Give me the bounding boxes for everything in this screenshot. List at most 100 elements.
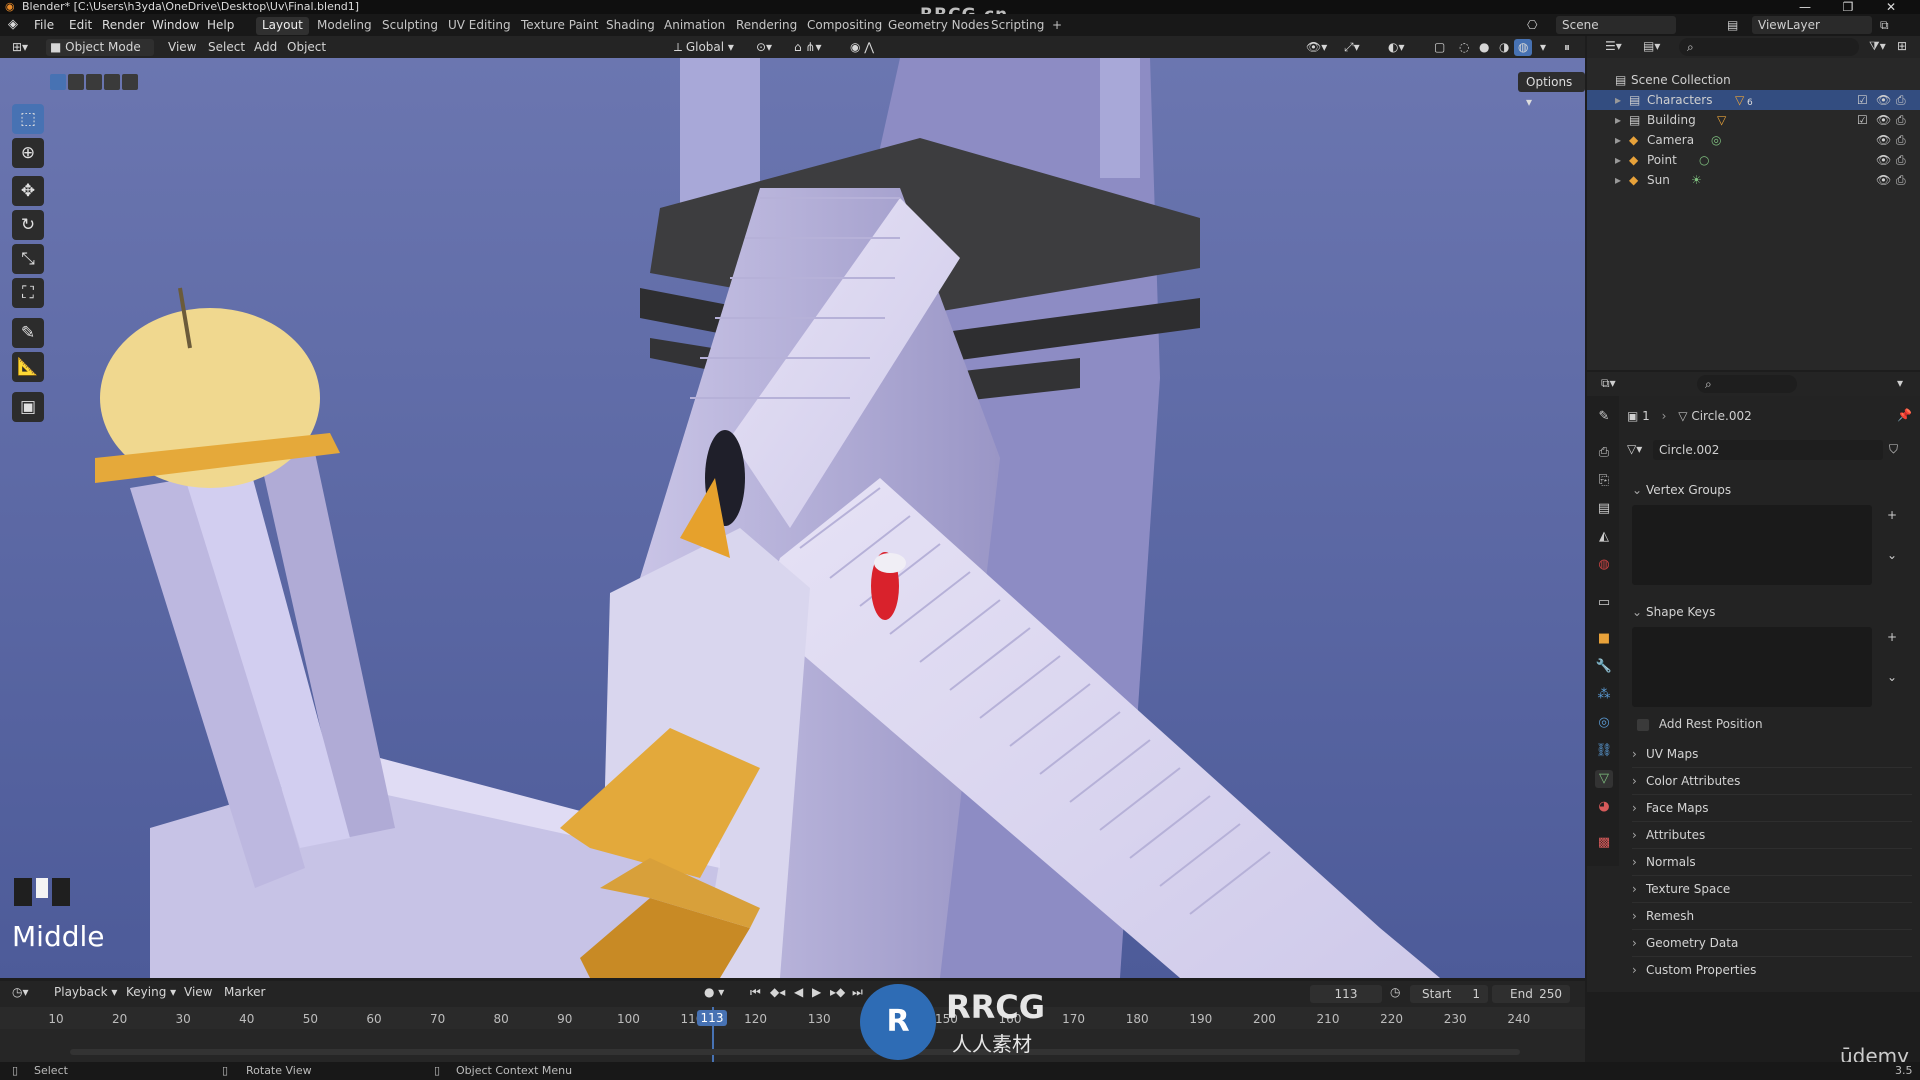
panel-attributes[interactable]: › Attributes <box>1632 823 1912 847</box>
xray-icon[interactable]: ▢ <box>1430 39 1449 56</box>
pin-icon[interactable]: 📌 <box>1897 408 1912 422</box>
camera-render-icon[interactable]: ⎙ <box>1896 150 1906 170</box>
camera-render-icon[interactable]: ⎙ <box>1896 90 1906 110</box>
eye-icon[interactable]: 👁 <box>1876 90 1891 110</box>
menu-render[interactable]: Render <box>102 18 145 32</box>
current-frame-field[interactable]: 113 <box>1310 985 1382 1003</box>
properties-editor-icon[interactable]: ⧉▾ <box>1601 376 1616 391</box>
tab-scripting[interactable]: Scripting <box>985 17 1050 35</box>
mesh-name-field[interactable]: Circle.002 <box>1653 440 1883 460</box>
add-cube-tool-icon[interactable]: ▣ <box>12 392 44 422</box>
expand-arrow-icon[interactable]: ▸ <box>1615 110 1621 130</box>
timeline-menu-keying[interactable]: Keying ▾ <box>122 984 180 1001</box>
play-reverse-icon[interactable]: ◀ <box>790 984 807 1001</box>
pause-render-icon[interactable]: ⏸ <box>1560 39 1574 56</box>
list-menu-chevron-icon[interactable]: ⌄ <box>1887 548 1897 562</box>
outliner-item-characters[interactable]: ▸ ▤ Characters ▽ 6 ☑ 👁 ⎙ <box>1587 90 1920 110</box>
display-mode-icon[interactable]: ▤▾ <box>1643 39 1660 53</box>
tab-rendering[interactable]: Rendering <box>730 17 803 35</box>
shape-keys-list[interactable] <box>1632 627 1872 707</box>
outliner-search-input[interactable]: ⌕ <box>1679 38 1859 56</box>
panel-shape-keys[interactable]: ⌄ Shape Keys <box>1632 600 1912 624</box>
checkbox-box[interactable] <box>1637 718 1649 731</box>
render-tab-icon[interactable]: ⎙ <box>1595 444 1613 462</box>
camera-render-icon[interactable]: ⎙ <box>1896 130 1906 150</box>
eye-icon[interactable]: 👁 <box>1876 150 1891 170</box>
view-layer-tab-icon[interactable]: ▤ <box>1595 500 1613 518</box>
scale-tool-icon[interactable]: ⤡ <box>12 244 44 274</box>
panel-uv-maps[interactable]: › UV Maps <box>1632 742 1912 766</box>
snap-icon[interactable]: ⌂ ⋔▾ <box>790 39 826 56</box>
options-button[interactable]: Options ▾ <box>1518 72 1585 109</box>
panel-texture-space[interactable]: › Texture Space <box>1632 877 1912 901</box>
prev-keyframe-icon[interactable]: ◆◂ <box>766 984 789 1001</box>
expand-arrow-icon[interactable]: ▸ <box>1615 170 1621 190</box>
measure-tool-icon[interactable]: 📐 <box>12 352 44 382</box>
end-frame-field[interactable]: End 250 <box>1492 985 1570 1003</box>
mode-selector[interactable]: ■ Object Mode ▾ <box>46 39 154 71</box>
tab-texture-paint[interactable]: Texture Paint <box>515 17 604 35</box>
camera-render-icon[interactable]: ⎙ <box>1896 110 1906 130</box>
panel-geometry-data[interactable]: › Geometry Data <box>1632 931 1912 955</box>
properties-search-input[interactable]: ⌕ <box>1697 375 1797 393</box>
tab-compositing[interactable]: Compositing <box>801 17 888 35</box>
mesh-data-tab-icon[interactable]: ▽ <box>1595 770 1613 788</box>
menu-window[interactable]: Window <box>152 18 199 32</box>
select-subtract-icon[interactable] <box>86 74 102 90</box>
solid-shading-icon[interactable]: ● <box>1475 39 1493 56</box>
annotate-tool-icon[interactable]: ✎ <box>12 318 44 348</box>
expand-arrow-icon[interactable]: ▸ <box>1615 90 1621 110</box>
wireframe-shading-icon[interactable]: ◌ <box>1455 39 1473 56</box>
header-menu-select[interactable]: Select <box>204 39 249 56</box>
rotate-tool-icon[interactable]: ↻ <box>12 210 44 240</box>
options-chevron-icon[interactable]: ▾ <box>1897 376 1903 390</box>
exclude-checkbox[interactable]: ☑ <box>1857 90 1868 110</box>
header-menu-object[interactable]: Object <box>283 39 330 56</box>
select-invert-icon[interactable] <box>104 74 120 90</box>
panel-remesh[interactable]: › Remesh <box>1632 904 1912 928</box>
timeline-editor-icon[interactable]: ◷▾ <box>8 984 33 1001</box>
tab-layout[interactable]: Layout <box>256 17 309 35</box>
proportional-edit-icon[interactable]: ◉ ⋀ <box>846 39 878 56</box>
timeline-menu-playback[interactable]: Playback ▾ <box>50 984 121 1001</box>
menu-edit[interactable]: Edit <box>69 18 92 32</box>
record-keyframe-icon[interactable]: ● ▾ <box>700 984 728 1001</box>
outliner-editor-icon[interactable]: ☰▾ <box>1605 39 1622 53</box>
new-view-layer-icon[interactable]: ⧉ <box>1880 18 1889 33</box>
outliner-item-camera[interactable]: ▸ ◆ Camera ◎ 👁 ⎙ <box>1587 130 1920 150</box>
visibility-icon[interactable]: 👁▾ <box>1302 39 1331 56</box>
texture-tab-icon[interactable]: ▩ <box>1595 834 1613 852</box>
eye-icon[interactable]: 👁 <box>1876 110 1891 130</box>
3d-viewport[interactable]: ⬚ ⊕ ✥ ↻ ⤡ ⛶ ✎ 📐 ▣ Options ▾ Middle <box>0 58 1585 978</box>
particles-tab-icon[interactable]: ⁂ <box>1595 686 1613 704</box>
filter-icon[interactable]: ⧩▾ <box>1869 39 1886 54</box>
material-shading-icon[interactable]: ◑ <box>1495 39 1513 56</box>
tab-shading[interactable]: Shading <box>600 17 661 35</box>
play-icon[interactable]: ▶ <box>808 984 825 1001</box>
tab-uv-editing[interactable]: UV Editing <box>442 17 517 35</box>
pivot-point-icon[interactable]: ⊙▾ <box>752 39 776 56</box>
camera-render-icon[interactable]: ⎙ <box>1896 170 1906 190</box>
transform-orientation-selector[interactable]: ⟂ Global ▾ <box>670 39 738 56</box>
header-menu-add[interactable]: Add <box>250 39 281 56</box>
panel-color-attributes[interactable]: › Color Attributes <box>1632 769 1912 793</box>
blender-menu-icon[interactable]: ◈ <box>8 17 18 32</box>
select-new-icon[interactable] <box>50 74 66 90</box>
fake-user-icon[interactable]: ⛉ <box>1889 442 1898 457</box>
new-collection-icon[interactable]: ⊞ <box>1897 39 1907 53</box>
outliner-item-point[interactable]: ▸ ◆ Point ○ 👁 ⎙ <box>1587 150 1920 170</box>
select-intersect-icon[interactable] <box>122 74 138 90</box>
transform-tool-icon[interactable]: ⛶ <box>12 278 44 308</box>
timeline-menu-marker[interactable]: Marker <box>220 984 269 1001</box>
frame-ruler[interactable]: 1020304050607080901001101201301401501601… <box>0 1007 1585 1029</box>
playhead-frame-badge[interactable]: 113 <box>697 1010 727 1026</box>
tab-modeling[interactable]: Modeling <box>311 17 378 35</box>
overlays-icon[interactable]: ◐▾ <box>1384 39 1409 56</box>
expand-arrow-icon[interactable]: ▸ <box>1615 130 1621 150</box>
modifier-tab-icon[interactable]: 🔧 <box>1595 658 1613 676</box>
shading-options-icon[interactable]: ▾ <box>1536 39 1550 56</box>
panel-custom-properties[interactable]: › Custom Properties <box>1632 958 1912 982</box>
expand-arrow-icon[interactable]: ▸ <box>1615 150 1621 170</box>
scene-tab-icon[interactable]: ◭ <box>1595 528 1613 546</box>
list-menu-chevron-icon[interactable]: ⌄ <box>1887 670 1897 684</box>
